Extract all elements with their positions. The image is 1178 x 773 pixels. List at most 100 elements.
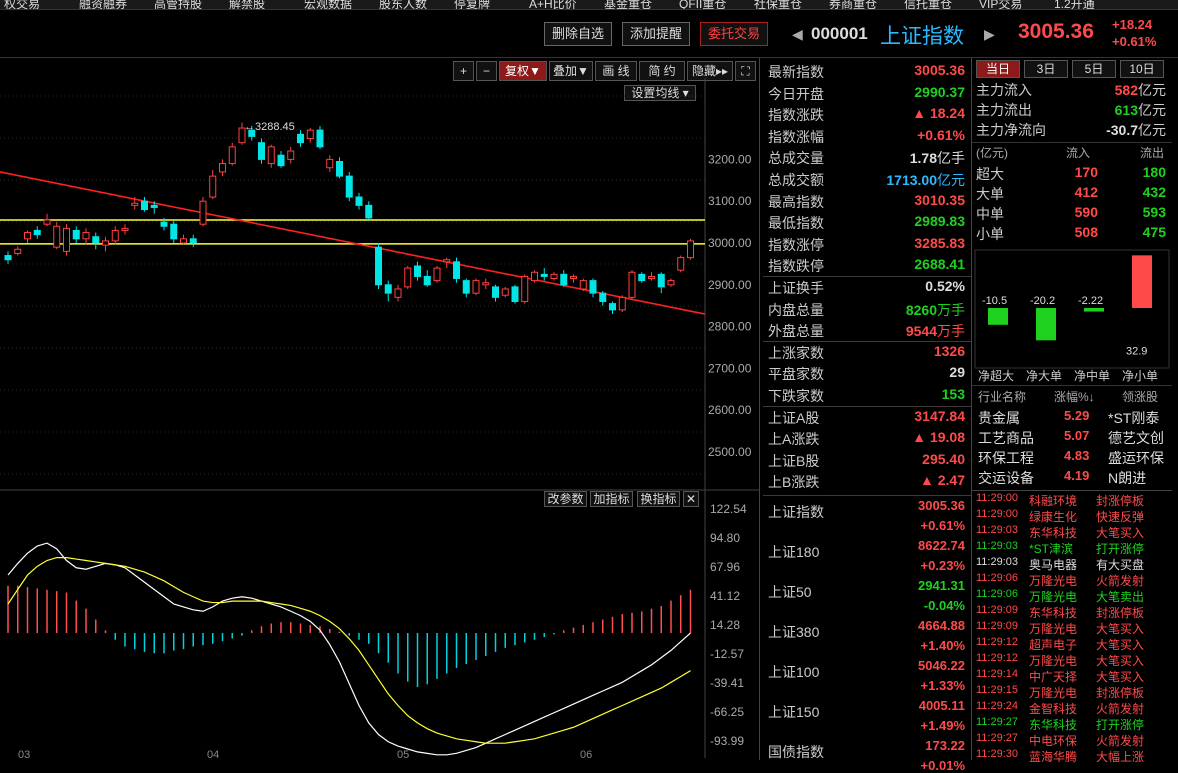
quote-row: 内盘总量 8260万手 [763, 298, 971, 319]
tab-10day[interactable]: 10日 [1120, 60, 1164, 78]
quote-row: 上涨家数 1326 [763, 341, 971, 362]
top-menu-bar: 权交易 融资融券 高管持股 解禁股 宏观数据 股东人数 停复牌 A+H比价 基金重仓 QFII重仓… [0, 0, 1178, 10]
candle-body [579, 280, 587, 290]
prev-stock-icon[interactable]: ◀ [792, 26, 803, 43]
delete-watchlist-button[interactable]: 删除自选 [544, 22, 612, 46]
index-name[interactable]: 国债指数 [768, 742, 824, 762]
sector-name[interactable]: 环保工程 [978, 448, 1034, 468]
tick-stock[interactable]: 万隆光电 [1029, 620, 1077, 637]
sector-lead[interactable]: *ST刚泰 [1108, 408, 1159, 428]
candle-body [609, 303, 616, 311]
tick-stock[interactable]: 万隆光电 [1029, 684, 1077, 701]
price-axis-label: 3200.00 [708, 152, 752, 166]
quote-number: ▲ 2.47 [920, 472, 965, 489]
flow-row-out: 593 [1142, 204, 1166, 220]
tick-stock[interactable]: 万隆光电 [1029, 588, 1077, 605]
tick-stock[interactable]: 中电环保 [1029, 732, 1077, 749]
candle-body [501, 288, 509, 296]
sector-lead[interactable]: N朗进 [1108, 468, 1146, 488]
price-axis-label: 2600.00 [708, 403, 752, 417]
add-alert-button[interactable]: 添加提醒 [622, 22, 690, 46]
quote-label: 上证换手 [768, 280, 824, 296]
tick-stock[interactable]: 东华科技 [1029, 604, 1077, 621]
tick-event: 火箭发射 [1096, 702, 1145, 716]
sector-head-lead[interactable]: 领涨股 [1122, 388, 1158, 405]
quote-number: 8260 [905, 301, 937, 318]
flow-unit: 亿元 [1138, 122, 1166, 138]
sector-name[interactable]: 工艺商品 [978, 428, 1034, 448]
top-menu-item[interactable]: A+H比价 [529, 0, 577, 9]
candle-body [277, 154, 285, 167]
price-axis-label: 2900.00 [708, 278, 752, 292]
top-menu-item[interactable]: 融资融券 [79, 0, 127, 9]
chart-area[interactable]: + − 复权▼ 叠加▼ 画 线 简 约 隐藏▸▸ ⛶ 设置均线 ▾ 3200.0… [0, 58, 760, 760]
tick-stock[interactable]: 金智科技 [1029, 700, 1077, 717]
top-menu-item[interactable]: 信托重仓 [904, 0, 952, 9]
tick-stock[interactable]: 万隆光电 [1029, 652, 1077, 669]
quote-label: 总成交量 [768, 150, 824, 167]
candle-body [687, 240, 694, 259]
macd-axis-label: -66.25 [710, 705, 744, 719]
index-pct: +1.33% [920, 678, 965, 693]
top-menu-item[interactable]: 高管持股 [154, 0, 202, 9]
sector-head-name[interactable]: 行业名称 [978, 388, 1026, 405]
sector-lead[interactable]: 盛运环保 [1108, 448, 1164, 468]
top-menu-item[interactable]: 权交易 [4, 0, 40, 9]
tick-stock[interactable]: 中广天择 [1029, 668, 1077, 685]
top-menu-item[interactable]: VIP交易 [979, 0, 1022, 9]
tick-stock[interactable]: 科融环境 [1029, 492, 1077, 509]
tick-stock[interactable]: *ST津滨 [1029, 540, 1073, 557]
month-label: 06 [580, 749, 592, 760]
candle-body [550, 273, 558, 280]
switch-indicator-button[interactable]: 换指标 [637, 491, 680, 507]
index-name[interactable]: 上证380 [768, 622, 819, 642]
tab-5day[interactable]: 5日 [1072, 60, 1116, 78]
top-menu-item[interactable]: 基金重仓 [604, 0, 652, 9]
high-marker-label: ←3288.45 [244, 121, 295, 133]
index-name[interactable]: 上证指数 [768, 502, 824, 522]
flow-row-out: 432 [1142, 184, 1166, 200]
quote-row: 总成交量 1.78亿手 [763, 146, 971, 167]
top-menu-item[interactable]: QFII重仓 [679, 0, 726, 9]
tab-3day[interactable]: 3日 [1024, 60, 1068, 78]
quote-number: 3285.83 [914, 234, 965, 251]
tick-stock[interactable]: 东华科技 [1029, 716, 1077, 733]
tick-stock[interactable]: 奥马电器 [1029, 556, 1077, 573]
top-menu-item[interactable]: 解禁股 [229, 0, 265, 9]
trade-button[interactable]: 委托交易 [700, 22, 768, 46]
quote-number: 29 [949, 364, 965, 381]
add-indicator-button[interactable]: 加指标 [590, 491, 633, 507]
top-menu-item[interactable]: 停复牌 [454, 0, 490, 9]
tick-stock[interactable]: 万隆光电 [1029, 572, 1077, 589]
top-menu-item[interactable]: 券商重仓 [829, 0, 877, 9]
tick-time: 11:29:24 [976, 700, 1019, 712]
index-name[interactable]: 上证100 [768, 662, 819, 682]
top-menu-item[interactable]: 1.2开通 [1054, 0, 1095, 9]
top-menu-item[interactable]: 社保重仓 [754, 0, 802, 9]
sector-name[interactable]: 交运设备 [978, 468, 1034, 488]
tick-event: 大幅上涨 [1096, 750, 1145, 764]
quote-row: 最新指数 3005.36 [763, 60, 971, 81]
quote-label: 下跌家数 [768, 388, 824, 404]
top-menu-item[interactable]: 股东人数 [379, 0, 427, 9]
top-menu-item[interactable]: 宏观数据 [304, 0, 352, 9]
candle-body [4, 255, 12, 261]
sector-head-pct[interactable]: 涨幅%↓ [1054, 388, 1095, 405]
tick-stock[interactable]: 东华科技 [1029, 524, 1077, 541]
sector-name[interactable]: 贵金属 [978, 408, 1020, 428]
candle-body [355, 196, 363, 206]
tick-stock[interactable]: 蓝海华腾 [1029, 748, 1077, 765]
next-stock-icon[interactable]: ▶ [984, 26, 995, 43]
tick-stock[interactable]: 超声电子 [1029, 636, 1077, 653]
close-indicator-icon[interactable]: ✕ [683, 491, 699, 507]
index-name[interactable]: 上证50 [768, 582, 812, 602]
macd-axis-label: -12.57 [710, 647, 744, 661]
edit-params-button[interactable]: 改参数 [544, 491, 587, 507]
tab-today[interactable]: 当日 [976, 60, 1020, 78]
candle-body [540, 273, 548, 277]
index-name[interactable]: 上证150 [768, 702, 819, 722]
sector-lead[interactable]: 德艺文创 [1108, 428, 1164, 448]
tick-stock[interactable]: 绿康生化 [1029, 508, 1077, 525]
sector-pct: 5.29 [1064, 408, 1090, 423]
index-name[interactable]: 上证180 [768, 542, 819, 562]
